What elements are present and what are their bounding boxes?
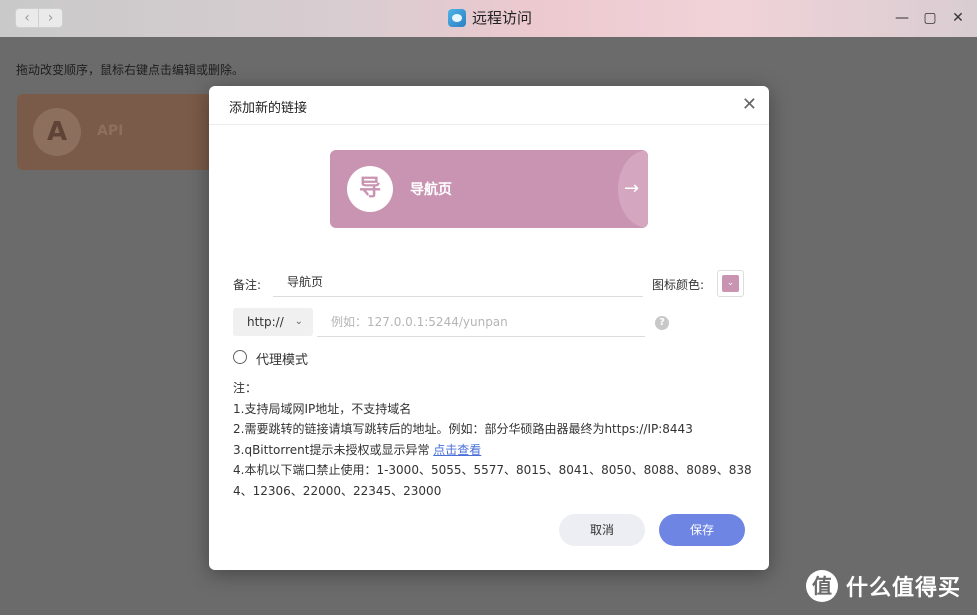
notes-line: 1.支持局域网IP地址，不支持域名 xyxy=(233,401,412,416)
forward-button[interactable]: › xyxy=(39,8,63,28)
proxy-mode-label: 代理模式 xyxy=(256,353,309,368)
link-card-label: API xyxy=(97,123,124,139)
link-card-api[interactable]: A API xyxy=(17,94,217,170)
dialog-title: 添加新的链接 xyxy=(229,101,308,116)
proxy-mode-radio[interactable] xyxy=(233,350,247,364)
close-icon[interactable]: ✕ xyxy=(742,95,757,115)
url-input[interactable]: 例如：127.0.0.1:5244/yunpan xyxy=(317,309,645,337)
maximize-icon[interactable]: ▢ xyxy=(921,9,939,27)
window-titlebar: ‹ › 远程访问 — ▢ ✕ xyxy=(0,0,977,37)
protocol-select[interactable]: http:// ⌄ xyxy=(233,308,313,336)
window-controls: — ▢ ✕ xyxy=(893,9,967,27)
notes-line-text: 3.qBittorrent提示未授权或显示异常 xyxy=(233,442,434,457)
notes-line: 3.qBittorrent提示未授权或显示异常 点击查看 xyxy=(233,440,753,461)
remark-input[interactable]: 导航页 xyxy=(273,269,643,297)
cancel-button[interactable]: 取消 xyxy=(559,514,645,546)
watermark-text: 什么值得买 xyxy=(846,576,962,601)
help-icon[interactable]: ? xyxy=(655,316,669,330)
notes-line: 4.本机以下端口禁止使用：1-3000、5055、5577、8015、8041、… xyxy=(233,463,752,477)
icon-color-picker[interactable]: ⌄ xyxy=(717,270,744,297)
save-button[interactable]: 保存 xyxy=(659,514,745,546)
reorder-hint: 拖动改变顺序，鼠标右键点击编辑或删除。 xyxy=(16,63,245,77)
protocol-value: http:// xyxy=(247,315,284,329)
remote-access-app-icon xyxy=(448,8,466,27)
arrow-right-icon: → xyxy=(618,150,648,228)
window-title-group: 远程访问 xyxy=(448,7,532,28)
dialog-header: 添加新的链接 ✕ xyxy=(209,86,769,125)
remark-label: 备注: xyxy=(233,278,262,292)
watermark: 值 什么值得买 xyxy=(806,570,961,602)
nav-buttons: ‹ › xyxy=(15,8,63,28)
link-preview-card: 导 导航页 → xyxy=(330,150,648,228)
chevron-down-icon: ⌄ xyxy=(722,275,739,292)
link-card-avatar: A xyxy=(33,108,81,156)
preview-label: 导航页 xyxy=(410,182,452,198)
add-link-dialog: 添加新的链接 ✕ 导 导航页 → 备注: 导航页 图标颜色: ⌄ http://… xyxy=(209,86,769,570)
icon-color-label: 图标颜色: xyxy=(652,278,705,292)
notes-line: 4、12306、22000、22345、23000 xyxy=(233,483,442,498)
minimize-icon[interactable]: — xyxy=(893,9,911,27)
back-button[interactable]: ‹ xyxy=(15,8,39,28)
notes-line: 2.需要跳转的链接请填写跳转后的地址。例如：部分华硕路由器最终为https://… xyxy=(233,422,693,436)
notes-block: 注： 1.支持局域网IP地址，不支持域名 2.需要跳转的链接请填写跳转后的地址。… xyxy=(233,378,753,501)
close-window-icon[interactable]: ✕ xyxy=(949,9,967,27)
watermark-logo-icon: 值 xyxy=(806,570,838,602)
preview-avatar-icon: 导 xyxy=(347,166,393,212)
notes-heading: 注： xyxy=(233,381,258,395)
view-details-link[interactable]: 点击查看 xyxy=(433,443,481,457)
chevron-down-icon: ⌄ xyxy=(294,316,303,327)
window-title: 远程访问 xyxy=(472,9,533,27)
